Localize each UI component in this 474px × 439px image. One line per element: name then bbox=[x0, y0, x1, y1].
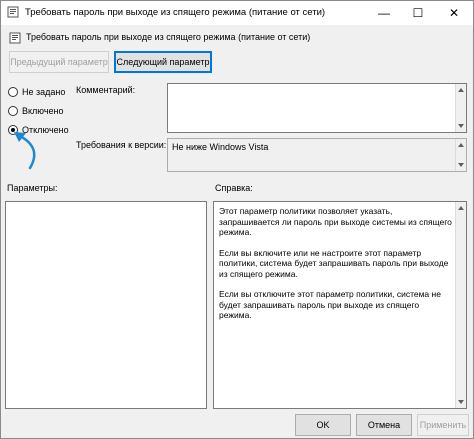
radio-label: Не задано bbox=[22, 87, 66, 97]
comment-label: Комментарий: bbox=[76, 85, 136, 95]
supported-scrollbar[interactable] bbox=[455, 139, 466, 171]
help-pane: Этот параметр политики позволяет указать… bbox=[213, 201, 467, 409]
radio-circle[interactable] bbox=[8, 125, 18, 135]
scroll-down-icon[interactable] bbox=[458, 163, 464, 167]
scroll-up-icon[interactable] bbox=[458, 143, 464, 147]
next-setting-button[interactable]: Следующий параметр bbox=[114, 51, 212, 73]
cancel-button[interactable]: Отмена bbox=[356, 414, 412, 436]
title-bar[interactable]: Требовать пароль при выходе из спящего р… bbox=[1, 1, 473, 25]
radio-circle[interactable] bbox=[8, 87, 18, 97]
minimize-button[interactable]: — bbox=[367, 1, 401, 25]
previous-setting-button[interactable]: Предыдущий параметр bbox=[9, 51, 109, 73]
policy-setting-icon bbox=[7, 6, 19, 18]
options-pane bbox=[5, 201, 207, 409]
policy-name: Требовать пароль при выходе из спящего р… bbox=[26, 32, 311, 42]
apply-button[interactable]: Применить bbox=[417, 414, 469, 436]
radio-label: Включено bbox=[22, 106, 64, 116]
options-label: Параметры: bbox=[7, 183, 58, 193]
policy-header: Требовать пароль при выходе из спящего р… bbox=[9, 31, 469, 45]
radio-enabled[interactable]: Включено bbox=[8, 104, 64, 118]
supported-on-value: Не ниже Windows Vista bbox=[172, 142, 269, 152]
scroll-down-icon[interactable] bbox=[458, 400, 464, 404]
scroll-down-icon[interactable] bbox=[458, 124, 464, 128]
ok-button[interactable]: OK bbox=[295, 414, 351, 436]
window-title: Требовать пароль при выходе из спящего р… bbox=[25, 7, 326, 18]
radio-not-configured[interactable]: Не задано bbox=[8, 85, 65, 99]
close-button[interactable]: ✕ bbox=[437, 1, 471, 25]
help-text: Этот параметр политики позволяет указать… bbox=[219, 206, 453, 331]
radio-circle[interactable] bbox=[8, 106, 18, 116]
comment-scrollbar[interactable] bbox=[455, 84, 466, 132]
supported-on-field: Не ниже Windows Vista bbox=[167, 138, 467, 172]
help-label: Справка: bbox=[215, 183, 253, 193]
scroll-up-icon[interactable] bbox=[458, 88, 464, 92]
help-paragraph: Этот параметр политики позволяет указать… bbox=[219, 206, 452, 237]
comment-field[interactable] bbox=[167, 83, 467, 133]
radio-disabled[interactable]: Отключено bbox=[8, 123, 69, 137]
help-paragraph: Если вы отключите этот параметр политики… bbox=[219, 289, 441, 320]
radio-label: Отключено bbox=[22, 125, 69, 135]
supported-on-label: Требования к версии: bbox=[76, 140, 167, 150]
policy-setting-icon bbox=[9, 32, 21, 44]
maximize-button[interactable]: ☐ bbox=[401, 1, 435, 25]
policy-dialog: Требовать пароль при выходе из спящего р… bbox=[0, 0, 474, 439]
help-paragraph: Если вы включите или не настроите этот п… bbox=[219, 247, 449, 279]
help-scrollbar[interactable] bbox=[455, 202, 466, 408]
scroll-up-icon[interactable] bbox=[458, 206, 464, 210]
